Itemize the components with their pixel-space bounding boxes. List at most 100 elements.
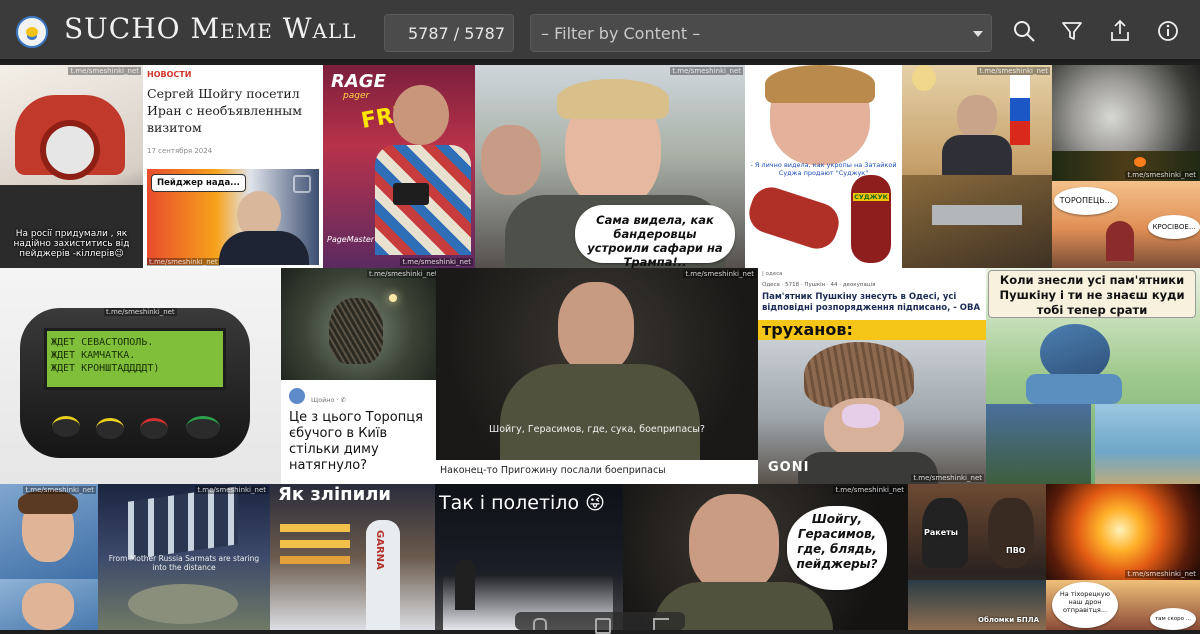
meme-tile-office-room[interactable]: t.me/smeshinki_net <box>902 65 1052 268</box>
pager-line: ЖДЕТ КАМЧАТКА. <box>51 350 136 361</box>
sausage <box>745 182 844 254</box>
avatar <box>289 388 305 404</box>
woman-hair <box>557 79 669 119</box>
hedgehog <box>329 298 383 364</box>
expand-icon[interactable] <box>293 175 311 193</box>
meme-tile-crying-woman[interactable]: Сама видела, как бандеровцы устроили саф… <box>475 65 745 268</box>
pager-button <box>52 416 80 437</box>
flag <box>1010 75 1030 145</box>
meme-caption: Як зліпили <box>278 484 392 505</box>
text-icon[interactable] <box>533 618 547 630</box>
search-icon <box>1014 21 1035 42</box>
person-silhouette <box>455 560 475 610</box>
watermark: t.me/smeshinki_net <box>23 486 96 494</box>
label-air-defense: ПВО <box>1006 546 1026 555</box>
speech-bubble: Пейджер нада... <box>151 174 246 192</box>
result-counter: 5787 / 5787 <box>384 14 514 52</box>
meme-tile-peter-pager-2[interactable] <box>0 579 98 630</box>
pager-button <box>140 418 168 439</box>
news-headline: Сергей Шойгу посетил Иран с необъявленны… <box>147 86 302 135</box>
meme-tile-pager[interactable]: ЖДЕТ СЕВАСТОПОЛЬ. ЖДЕТ КАМЧАТКА. ЖДЕТ КР… <box>0 268 281 484</box>
pager-line: ЖДЕТ КРОНШТАДДДДТ) <box>51 363 160 374</box>
news-headline: Пам'ятник Пушкіну знесуть в Одесі, усі в… <box>762 292 981 313</box>
meme-tile-tikhoretsk[interactable]: На тіхорецкую наш дрон отправітця... там… <box>1046 580 1200 630</box>
news-meta: Одеса · 5718 · Пушкін · 44 · деокупація <box>762 282 876 288</box>
frame-icon[interactable] <box>595 618 611 634</box>
pager-button <box>96 418 124 439</box>
floating-toolbar[interactable] <box>515 612 685 634</box>
chandelier <box>912 65 936 91</box>
watermark: t.me/smeshinki_net <box>1125 171 1198 179</box>
pager-screen: ЖДЕТ СЕВАСТОПОЛЬ. ЖДЕТ КАМЧАТКА. ЖДЕТ КР… <box>44 328 226 390</box>
meme-tile-snow-pillar[interactable]: Як зліпили GARNA <box>270 484 435 630</box>
speech-bubble: КРОСІВОЕ... <box>1148 215 1200 239</box>
filter-button[interactable] <box>1059 18 1085 44</box>
post-text: Це з цього Торопця єбучого в Київ стільк… <box>289 410 423 473</box>
meme-tile-hedgehog-fog[interactable]: Щойно · ✆ Це з цього Торопця єбучого в К… <box>281 268 436 484</box>
search-button[interactable] <box>1011 18 1037 44</box>
man-face <box>393 85 449 145</box>
magazine-masthead: RAGE <box>331 71 386 92</box>
info-button[interactable] <box>1155 18 1181 44</box>
label-drone-debris: Обломки БПЛА <box>978 616 1040 624</box>
pillar-sign: GARNA <box>374 530 385 570</box>
meme-caption: На росії придумали , як надійно захистит… <box>13 229 130 259</box>
speech-bubble: Сама видела, как бандеровцы устроили саф… <box>575 205 735 268</box>
meme-tile-shoigu-news[interactable]: НОВОСТИ Сергей Шойгу посетил Иран с необ… <box>143 65 323 268</box>
speech-bubble: ТОРОПЕЦЬ... <box>1054 187 1118 215</box>
news-category: НОВОСТИ <box>147 70 192 79</box>
man-face <box>558 282 634 374</box>
magazine-brand: PageMaster <box>327 235 375 244</box>
pager-device <box>393 183 429 205</box>
meme-tile-rotary-phone[interactable]: t.me/smeshinki_net На росії придумали , … <box>0 65 143 268</box>
meme-tile-toropets[interactable]: ТОРОПЕЦЬ... КРОСІВОЕ... <box>1052 181 1200 268</box>
watermark: t.me/smeshinki_net <box>147 258 220 266</box>
watermark: t.me/smeshinki_net <box>1125 570 1198 578</box>
label-rockets: Ракеты <box>924 528 958 537</box>
banner-text: труханов: <box>762 320 853 339</box>
speech-bubble: На тіхорецкую наш дрон отправітця... <box>1052 582 1118 628</box>
meme-caption: From Mother Russia Sarmats are staring i… <box>108 554 260 572</box>
meme-tile-godzilla-kong[interactable]: Ракеты ПВО Обломки БПЛА <box>908 484 1046 630</box>
meme-tile-drone-video[interactable]: Так і полетіло 😜 <box>435 484 623 630</box>
meme-tile-sudzhuk[interactable]: - Я лично видела, как укропы на Затайкой… <box>745 65 902 268</box>
kong <box>988 498 1034 568</box>
sucho-logo-icon[interactable] <box>16 16 48 48</box>
watermark: t.me/smeshinki_net <box>195 486 268 494</box>
meme-tile-explosion[interactable]: t.me/smeshinki_net <box>1046 484 1200 580</box>
meme-tile-peter-pager-1[interactable]: t.me/smeshinki_net <box>0 484 98 579</box>
post-status: Щойно · ✆ <box>311 396 347 404</box>
watermark: t.me/smeshinki_net <box>911 474 984 482</box>
meme-tile-sarmat[interactable]: From Mother Russia Sarmats are staring i… <box>98 484 270 630</box>
content-filter-select[interactable]: – Filter by Content – <box>530 14 992 52</box>
pager-button <box>186 416 220 439</box>
watermark: t.me/smeshinki_net <box>977 67 1050 75</box>
magazine-subtitle: pager <box>343 91 370 101</box>
meme-tile-prigozhin-video[interactable]: Шойгу, Герасимов, где, сука, боеприпасы?… <box>436 268 758 484</box>
meme-tile-rage-pager[interactable]: RAGE pager FREE! PageMaster t.me/smeshin… <box>323 65 475 268</box>
phone-dial <box>40 120 100 180</box>
info-icon <box>1158 21 1178 41</box>
share-icon <box>1111 19 1129 41</box>
meme-caption: Коли знесли усі пам'ятники Пушкіну і ти … <box>988 270 1196 318</box>
app-title[interactable]: SUCHO Meme Wall <box>64 12 357 45</box>
watermark: t.me/smeshinki_net <box>400 258 473 266</box>
meme-tile-smoke-fire[interactable]: t.me/smeshinki_net <box>1052 65 1200 181</box>
meme-caption: Наконец-то Пригожину послали боеприпасы <box>440 465 666 476</box>
chevron-down-icon <box>973 31 983 37</box>
crater <box>128 584 238 624</box>
expand-icon[interactable] <box>653 618 669 630</box>
meme-tile-prigozhin-pagers[interactable]: Шойгу, Герасимов, где, блядь, пейджеры? … <box>623 484 908 630</box>
uniform <box>500 364 700 460</box>
top-bar: SUCHO Meme Wall 5787 / 5787 – Filter by … <box>0 0 1200 62</box>
meme-caption: Так і полетіло 😜 <box>439 492 605 514</box>
speech-bubble: там скоро ... <box>1150 608 1196 630</box>
channel-logo: GONI <box>768 460 810 475</box>
share-button[interactable] <box>1107 18 1133 44</box>
meme-tile-pushkin-news[interactable]: | одеса Одеса · 5718 · Пушкін · 44 · део… <box>758 268 986 484</box>
watermark: t.me/smeshinki_net <box>670 67 743 75</box>
watermark: t.me/smeshinki_net <box>833 486 906 494</box>
speech-bubble: Шойгу, Герасимов, где, блядь, пейджеры? <box>787 506 887 590</box>
filter-icon <box>1062 22 1082 40</box>
meme-tile-pushkin-pigeon[interactable]: Коли знесли усі пам'ятники Пушкіну і ти … <box>986 268 1200 484</box>
